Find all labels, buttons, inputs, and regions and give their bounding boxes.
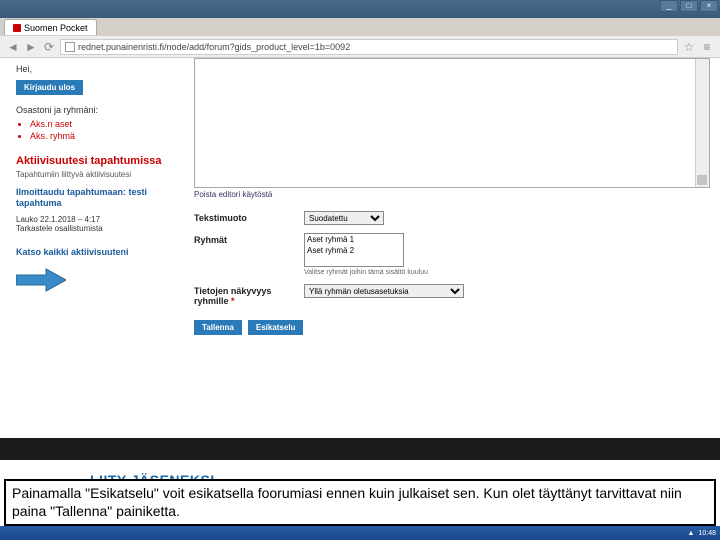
logout-button[interactable]: Kirjaudu ulos — [16, 80, 83, 95]
text-format-select[interactable]: Suodatettu — [304, 211, 384, 225]
list-item[interactable]: Aset ryhmä 2 — [305, 245, 403, 256]
browser-toolbar: ◄ ► ⟳ rednet.punainenristi.fi/node/add/f… — [0, 36, 720, 58]
scrollbar[interactable] — [695, 59, 709, 187]
scrollbar-thumb[interactable] — [697, 175, 707, 185]
event-register-link[interactable]: Ilmoittaudu tapahtumaan: testi tapahtuma — [16, 187, 180, 209]
group-link[interactable]: Aks.n aset — [30, 119, 72, 129]
tray-icon[interactable]: ▲ — [688, 530, 695, 537]
view-all-activity-link[interactable]: Katso kaikki aktiivisuuteni — [16, 247, 180, 257]
tab-title: Suomen Pocket — [24, 23, 88, 33]
window-maximize[interactable]: □ — [680, 0, 698, 12]
window-minimize[interactable]: _ — [660, 0, 678, 12]
window-titlebar: _ □ × — [0, 0, 720, 18]
my-groups-list: Aks.n aset Aks. ryhmä — [30, 119, 180, 141]
favicon-icon — [13, 24, 21, 32]
groups-listbox[interactable]: Aset ryhmä 1 Aset ryhmä 2 — [304, 233, 404, 267]
url-text: rednet.punainenristi.fi/node/add/forum?g… — [78, 42, 350, 52]
preview-button[interactable]: Esikatselu — [248, 320, 304, 335]
my-groups-label: Osastoni ja ryhmäni: — [16, 105, 180, 115]
body-editor[interactable] — [194, 58, 710, 188]
page-icon — [65, 42, 75, 52]
save-button[interactable]: Tallenna — [194, 320, 242, 335]
arrow-right-icon — [16, 267, 66, 293]
address-bar[interactable]: rednet.punainenristi.fi/node/add/forum?g… — [60, 39, 678, 55]
visibility-label: Tietojen näkyvyys ryhmille * — [194, 284, 304, 306]
activity-subheading: Tapahtumiin liittyvä aktiivisuutesi — [16, 170, 180, 179]
greeting: Hei, — [16, 64, 180, 74]
event-date: Lauko 22.1.2018 – 4:17 — [16, 215, 180, 224]
callout-arrow — [16, 267, 180, 295]
required-marker: * — [231, 296, 235, 306]
clock: 10:48 — [698, 530, 716, 537]
window-close[interactable]: × — [700, 0, 718, 12]
sidebar: Hei, Kirjaudu ulos Osastoni ja ryhmäni: … — [0, 58, 190, 438]
instruction-callout: Painamalla "Esikatselu" voit esikatsella… — [4, 479, 716, 526]
back-icon[interactable]: ◄ — [6, 40, 20, 54]
browser-tab-strip: Suomen Pocket — [0, 18, 720, 36]
forward-icon[interactable]: ► — [24, 40, 38, 54]
text-format-label: Tekstimuoto — [194, 211, 304, 223]
group-link[interactable]: Aks. ryhmä — [30, 131, 75, 141]
footer-band — [0, 438, 720, 460]
browser-tab[interactable]: Suomen Pocket — [4, 19, 97, 35]
event-view-label: Tarkastele osallistumista — [16, 224, 180, 233]
activity-heading: Aktiivisuutesi tapahtumissa — [16, 155, 180, 168]
list-item[interactable]: Aset ryhmä 1 — [305, 234, 403, 245]
menu-icon[interactable]: ≡ — [700, 40, 714, 54]
reload-icon[interactable]: ⟳ — [42, 40, 56, 54]
toggle-editor-link[interactable]: Poista editori käytöstä — [194, 190, 710, 199]
bookmark-icon[interactable]: ☆ — [682, 40, 696, 54]
main-form: Poista editori käytöstä Tekstimuoto Suod… — [190, 58, 720, 438]
groups-field-label: Ryhmät — [194, 233, 304, 245]
visibility-select[interactable]: Yllä ryhmän oletusasetuksia — [304, 284, 464, 298]
os-taskbar[interactable]: ▲ 10:48 — [0, 526, 720, 540]
groups-hint: Valitse ryhmät joihin tämä sisältö kuulu… — [304, 269, 710, 276]
page-content: Hei, Kirjaudu ulos Osastoni ja ryhmäni: … — [0, 58, 720, 438]
